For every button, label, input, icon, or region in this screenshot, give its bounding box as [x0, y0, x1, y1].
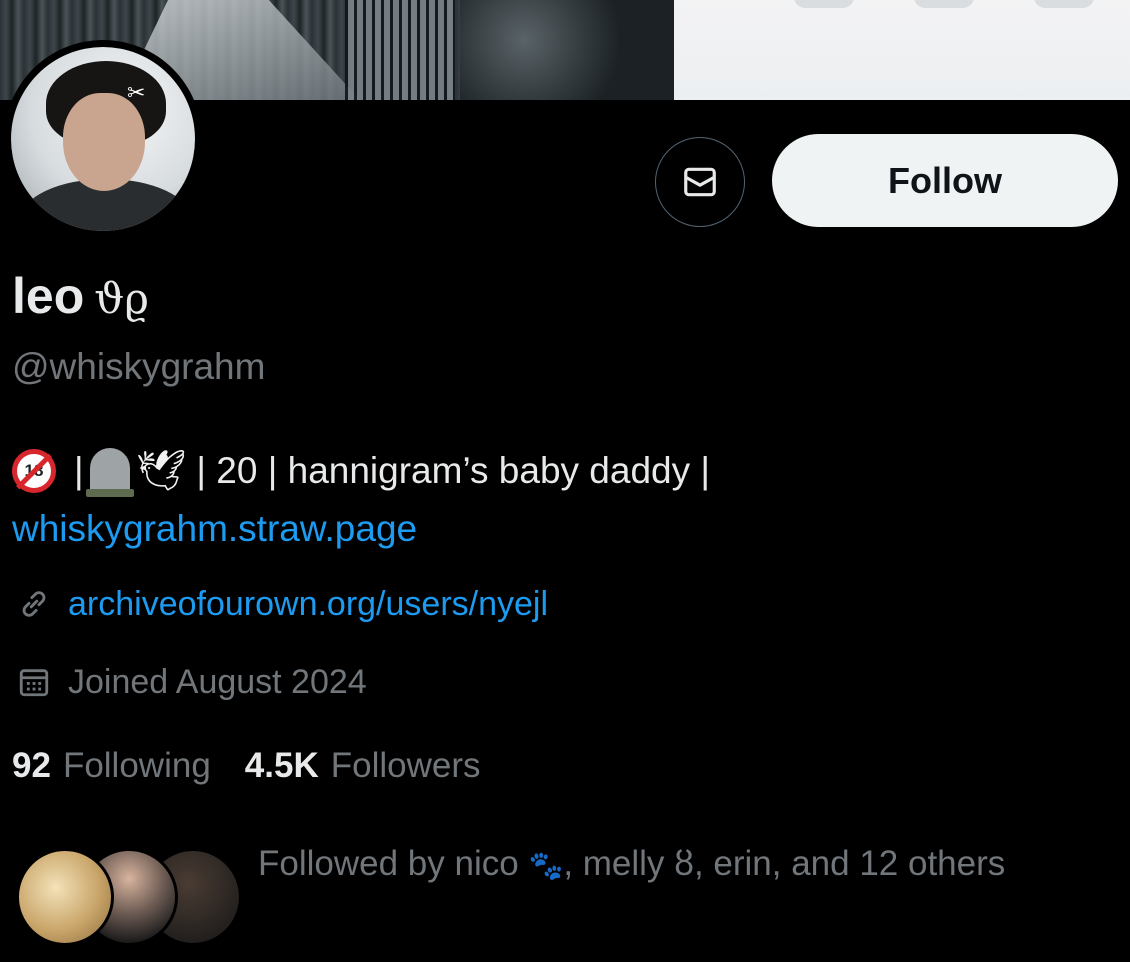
followed-by-prefix: Followed by nico: [258, 844, 519, 883]
follow-stats: 92 Following 4.5K Followers: [12, 746, 481, 786]
avatar-image: ✂: [11, 47, 195, 231]
joined-row: Joined August 2024: [14, 662, 367, 702]
mail-icon: [684, 167, 716, 197]
message-button[interactable]: [655, 137, 745, 227]
calendar-icon: [14, 662, 54, 702]
following-label: Following: [62, 746, 211, 785]
display-name-text: leo: [12, 268, 85, 324]
followed-by-avatars[interactable]: [16, 848, 242, 946]
bow-icon: ✂: [127, 81, 146, 106]
website-link[interactable]: archiveofourown.org/users/nyejl: [68, 585, 548, 624]
joined-date: Joined August 2024: [68, 662, 367, 701]
following-count: 92: [12, 746, 51, 785]
followers-count: 4.5K: [244, 746, 319, 785]
avatar: [16, 848, 114, 946]
username-handle: @whiskygrahm: [12, 346, 266, 387]
bio-link[interactable]: whiskygrahm.straw.page: [12, 500, 417, 558]
banner-white-panel: [674, 0, 1130, 100]
bio-separator: |: [74, 450, 84, 491]
banner-trees-shape: [460, 0, 674, 100]
banner-gate-shape: [345, 0, 455, 100]
followed-by-rest: , melly ȣ, erin, and 12 others: [563, 844, 1006, 883]
profile-avatar[interactable]: ✂: [4, 40, 202, 238]
display-name: leo ϑϱ: [12, 266, 149, 329]
link-icon: [14, 584, 54, 624]
website-row: archiveofourown.org/users/nyejl: [14, 584, 548, 624]
bio-text: | 20 | hannigram’s baby daddy |: [196, 450, 710, 491]
dove-icon: 🕊: [135, 448, 187, 494]
paw-prints-icon: 🐾: [528, 849, 564, 882]
followers-label: Followers: [330, 746, 481, 785]
headstone-icon: [85, 448, 134, 497]
follow-button[interactable]: Follow: [772, 134, 1118, 227]
followed-by-text[interactable]: Followed by nico 🐾, melly ȣ, erin, and 1…: [258, 832, 1078, 898]
18-plus-icon: 18: [12, 449, 56, 493]
name-decoration: ϑϱ: [94, 274, 149, 323]
followers-stat[interactable]: 4.5K Followers: [245, 746, 481, 786]
following-stat[interactable]: 92 Following: [12, 746, 211, 786]
bio: 18 | 🕊 | 20 | hannigram’s baby daddy | w…: [12, 442, 1112, 558]
banner-dots: [794, 0, 1094, 8]
